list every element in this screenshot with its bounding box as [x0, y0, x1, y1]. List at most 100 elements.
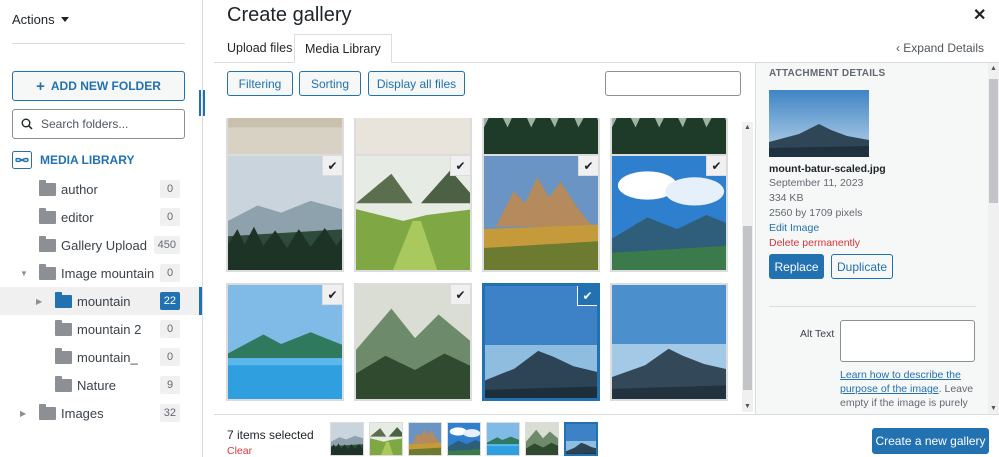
details-scrollbar[interactable]: ▲ ▼	[988, 63, 999, 414]
checkmark-icon[interactable]: ✔	[706, 156, 726, 176]
folder-count-badge: 0	[160, 320, 180, 338]
actions-dropdown[interactable]: Actions	[12, 12, 69, 27]
selected-thumbnail[interactable]	[447, 422, 481, 456]
folder-count-badge: 32	[159, 404, 180, 422]
folder-item[interactable]: author 0	[0, 175, 202, 203]
checkmark-icon[interactable]: ✔	[322, 156, 342, 176]
folder-sidebar: Actions + ADD NEW FOLDER Search folders.…	[0, 0, 205, 457]
media-item[interactable]: ✔	[610, 154, 728, 272]
search-folders-input[interactable]: Search folders...	[12, 109, 185, 139]
attachment-filesize: 334 KB	[769, 192, 804, 204]
caret-down-icon[interactable]: ▼	[20, 269, 28, 278]
media-item[interactable]: ✔	[482, 283, 600, 401]
folder-item[interactable]: editor 0	[0, 203, 202, 231]
attachment-date: September 11, 2023	[769, 177, 864, 189]
expand-details-label: Expand Details	[903, 41, 984, 55]
scrollbar-thumb[interactable]	[989, 79, 998, 203]
caret-right-icon[interactable]: ▶	[20, 409, 26, 418]
search-folders-placeholder: Search folders...	[41, 117, 129, 131]
checkmark-icon[interactable]: ✔	[578, 156, 598, 176]
replace-button[interactable]: Replace	[769, 254, 824, 279]
alt-text-label: Alt Text	[800, 328, 835, 340]
folder-item[interactable]: Gallery Upload 450	[0, 231, 202, 259]
divider	[12, 43, 185, 44]
folder-count-badge: 0	[160, 208, 180, 226]
alt-text-help: Learn how to describe the purpose of the…	[840, 368, 980, 410]
folder-count-badge: 0	[160, 348, 180, 366]
folder-icon	[55, 319, 72, 336]
caret-down-icon	[60, 17, 69, 22]
media-item[interactable]: ✔	[482, 154, 600, 272]
scroll-up-icon[interactable]: ▲	[990, 65, 997, 72]
selection-bar: 7 items selected Clear Create a new gall…	[214, 414, 999, 457]
scroll-up-icon[interactable]: ▲	[744, 124, 751, 131]
delete-permanently-link[interactable]: Delete permanently	[769, 237, 860, 249]
folder-name: mountain 2	[77, 321, 142, 337]
folder-count-badge: 22	[159, 292, 180, 310]
media-library-label: MEDIA LIBRARY	[40, 153, 135, 167]
folder-icon	[55, 291, 72, 308]
media-item[interactable]	[610, 283, 728, 401]
folder-count-badge: 0	[160, 180, 180, 198]
divider	[769, 306, 976, 307]
caret-right-icon[interactable]: ▶	[36, 297, 42, 306]
modal-tabs: Upload files Media Library ‹ Expand Deta…	[214, 34, 999, 63]
folder-item[interactable]: ▶ Images 32	[0, 399, 202, 427]
checkmark-icon[interactable]: ✔	[450, 156, 470, 176]
scroll-down-icon[interactable]: ▼	[990, 405, 997, 412]
folder-name: Gallery Upload	[61, 237, 147, 253]
folder-name: Images	[61, 405, 104, 421]
grid-scrollbar[interactable]: ▲ ▼	[742, 122, 753, 412]
media-item[interactable]: ✔	[354, 154, 472, 272]
scroll-down-icon[interactable]: ▼	[744, 403, 751, 410]
display-all-files-button[interactable]: Display all files	[368, 71, 465, 96]
tab-media-library[interactable]: Media Library	[294, 34, 392, 63]
checkmark-icon[interactable]: ✔	[322, 285, 342, 305]
selected-thumbnail[interactable]	[486, 422, 520, 456]
chevron-left-icon: ‹	[895, 41, 900, 55]
folder-icon	[55, 375, 72, 392]
folder-icon	[39, 235, 56, 252]
folder-name: mountain_	[77, 349, 138, 365]
media-item[interactable]: ✔	[226, 283, 344, 401]
resize-handle[interactable]	[199, 90, 205, 116]
tab-upload-files[interactable]: Upload files	[217, 34, 302, 63]
media-search-input[interactable]	[605, 71, 741, 96]
media-library-root[interactable]: MEDIA LIBRARY	[12, 151, 134, 169]
scrollbar-thumb[interactable]	[743, 226, 752, 390]
selected-thumbnail[interactable]	[408, 422, 442, 456]
edit-image-link[interactable]: Edit Image	[769, 222, 819, 234]
folder-item[interactable]: Nature 9	[0, 371, 202, 399]
folder-icon	[55, 347, 72, 364]
media-item[interactable]: ✔	[354, 283, 472, 401]
checkmark-icon[interactable]: ✔	[450, 285, 470, 305]
folder-item[interactable]: ▼ Image mountain 0	[0, 259, 202, 287]
media-grid: ✔ ✔ ✔ ✔ ✔ ✔ ✔	[214, 118, 740, 413]
selected-thumbnail[interactable]	[330, 422, 364, 456]
expand-details-link[interactable]: ‹ Expand Details	[896, 41, 984, 55]
folder-icon	[39, 263, 56, 280]
checkmark-icon[interactable]: ✔	[577, 286, 597, 306]
alt-text-field[interactable]	[840, 320, 975, 362]
add-new-folder-button[interactable]: + ADD NEW FOLDER	[12, 71, 185, 101]
selected-thumbnail[interactable]	[525, 422, 559, 456]
folder-count-badge: 9	[160, 376, 180, 394]
create-gallery-button[interactable]: Create a new gallery	[872, 428, 989, 454]
folder-item[interactable]: mountain 2 0	[0, 315, 202, 343]
close-icon[interactable]: ✕	[973, 5, 986, 25]
infinity-loop-icon	[12, 151, 32, 169]
media-item[interactable]: ✔	[226, 154, 344, 272]
attachment-preview	[769, 90, 869, 157]
duplicate-button[interactable]: Duplicate	[831, 254, 893, 279]
sorting-button[interactable]: Sorting	[299, 71, 361, 96]
selected-thumbnail[interactable]	[369, 422, 403, 456]
folder-item[interactable]: ▶ mountain 22	[0, 287, 202, 315]
clear-selection-link[interactable]: Clear	[227, 445, 252, 457]
filtering-button[interactable]: Filtering	[227, 71, 293, 96]
folder-count-badge: 0	[160, 264, 180, 282]
attachment-details-panel: ATTACHMENT DETAILS mount-batur-scaled.jp…	[755, 63, 999, 414]
actions-label: Actions	[12, 12, 55, 27]
folder-item[interactable]: mountain_ 0	[0, 343, 202, 371]
selected-thumbnail[interactable]	[564, 422, 598, 456]
attachment-dimensions: 2560 by 1709 pixels	[769, 207, 863, 219]
